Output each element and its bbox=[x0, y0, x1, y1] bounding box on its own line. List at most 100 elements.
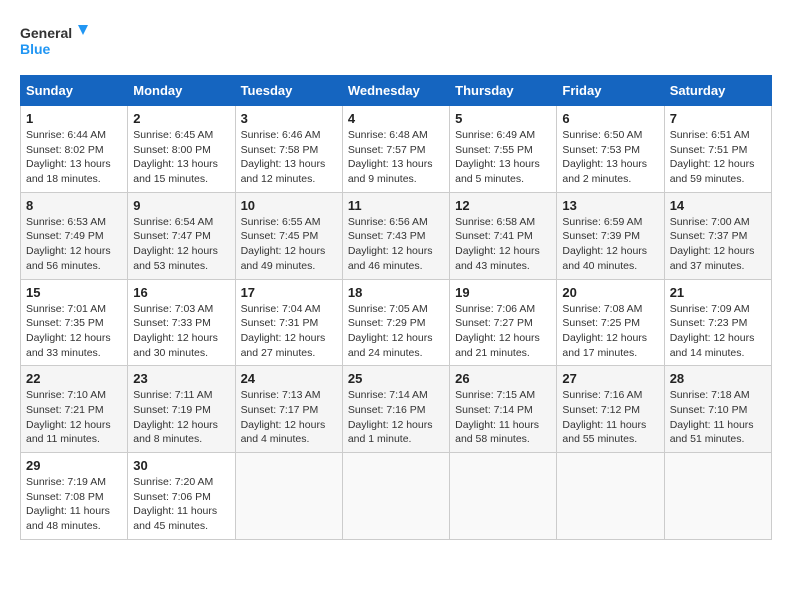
day-info: Sunrise: 6:59 AM Sunset: 7:39 PM Dayligh… bbox=[562, 215, 658, 274]
calendar-cell: 10Sunrise: 6:55 AM Sunset: 7:45 PM Dayli… bbox=[235, 192, 342, 279]
day-number: 11 bbox=[348, 198, 444, 213]
day-info: Sunrise: 6:45 AM Sunset: 8:00 PM Dayligh… bbox=[133, 128, 229, 187]
day-number: 1 bbox=[26, 111, 122, 126]
svg-text:Blue: Blue bbox=[20, 41, 51, 57]
calendar-cell: 25 Sunrise: 7:14 AM Sunset: 7:16 PM Dayli… bbox=[342, 366, 449, 453]
day-number: 7 bbox=[670, 111, 766, 126]
calendar-week-row: 8 Sunrise: 6:53 AM Sunset: 7:49 PM Daylig… bbox=[21, 192, 772, 279]
calendar-cell: 21 Sunrise: 7:09 AM Sunset: 7:23 PM Dayli… bbox=[664, 279, 771, 366]
day-info: Sunrise: 7:04 AM Sunset: 7:31 PM Dayligh… bbox=[241, 302, 337, 361]
day-number: 22 bbox=[26, 371, 122, 386]
day-number: 2 bbox=[133, 111, 229, 126]
calendar-week-row: 15 Sunrise: 7:01 AM Sunset: 7:35 PM Dayli… bbox=[21, 279, 772, 366]
calendar-cell: 13 Sunrise: 6:59 AM Sunset: 7:39 PM Dayli… bbox=[557, 192, 664, 279]
calendar-cell bbox=[342, 453, 449, 540]
day-info: Sunrise: 7:10 AM Sunset: 7:21 PM Dayligh… bbox=[26, 388, 122, 447]
day-number: 25 bbox=[348, 371, 444, 386]
day-info: Sunrise: 7:00 AM Sunset: 7:37 PM Dayligh… bbox=[670, 215, 766, 274]
day-number: 5 bbox=[455, 111, 551, 126]
calendar-cell: 14 Sunrise: 7:00 AM Sunset: 7:37 PM Dayli… bbox=[664, 192, 771, 279]
day-number: 10 bbox=[241, 198, 337, 213]
calendar-week-row: 1 Sunrise: 6:44 AM Sunset: 8:02 PM Daylig… bbox=[21, 106, 772, 193]
day-info: Sunrise: 7:01 AM Sunset: 7:35 PM Dayligh… bbox=[26, 302, 122, 361]
calendar-cell: 19 Sunrise: 7:06 AM Sunset: 7:27 PM Dayli… bbox=[450, 279, 557, 366]
day-number: 17 bbox=[241, 285, 337, 300]
calendar-header-sunday: Sunday bbox=[21, 76, 128, 106]
day-number: 3 bbox=[241, 111, 337, 126]
day-number: 19 bbox=[455, 285, 551, 300]
day-number: 20 bbox=[562, 285, 658, 300]
day-info: Sunrise: 6:44 AM Sunset: 8:02 PM Dayligh… bbox=[26, 128, 122, 187]
day-number: 23 bbox=[133, 371, 229, 386]
day-info: Sunrise: 7:15 AM Sunset: 7:14 PM Dayligh… bbox=[455, 388, 551, 447]
calendar-cell: 24 Sunrise: 7:13 AM Sunset: 7:17 PM Dayli… bbox=[235, 366, 342, 453]
day-info: Sunrise: 6:48 AM Sunset: 7:57 PM Dayligh… bbox=[348, 128, 444, 187]
day-number: 27 bbox=[562, 371, 658, 386]
day-info: Sunrise: 7:03 AM Sunset: 7:33 PM Dayligh… bbox=[133, 302, 229, 361]
day-number: 18 bbox=[348, 285, 444, 300]
day-info: Sunrise: 6:50 AM Sunset: 7:53 PM Dayligh… bbox=[562, 128, 658, 187]
calendar-cell: 9Sunrise: 6:54 AM Sunset: 7:47 PM Daylig… bbox=[128, 192, 235, 279]
day-number: 28 bbox=[670, 371, 766, 386]
day-number: 8 bbox=[26, 198, 122, 213]
calendar-cell: 3 Sunrise: 6:46 AM Sunset: 7:58 PM Daylig… bbox=[235, 106, 342, 193]
day-number: 30 bbox=[133, 458, 229, 473]
day-number: 16 bbox=[133, 285, 229, 300]
calendar-header-row: SundayMondayTuesdayWednesdayThursdayFrid… bbox=[21, 76, 772, 106]
day-info: Sunrise: 7:09 AM Sunset: 7:23 PM Dayligh… bbox=[670, 302, 766, 361]
calendar-header-friday: Friday bbox=[557, 76, 664, 106]
calendar-cell: 12 Sunrise: 6:58 AM Sunset: 7:41 PM Dayli… bbox=[450, 192, 557, 279]
day-info: Sunrise: 7:19 AM Sunset: 7:08 PM Dayligh… bbox=[26, 475, 122, 534]
calendar-cell: 8 Sunrise: 6:53 AM Sunset: 7:49 PM Daylig… bbox=[21, 192, 128, 279]
day-number: 14 bbox=[670, 198, 766, 213]
calendar-cell: 20 Sunrise: 7:08 AM Sunset: 7:25 PM Dayli… bbox=[557, 279, 664, 366]
day-info: Sunrise: 7:18 AM Sunset: 7:10 PM Dayligh… bbox=[670, 388, 766, 447]
calendar-cell: 16 Sunrise: 7:03 AM Sunset: 7:33 PM Dayli… bbox=[128, 279, 235, 366]
calendar-week-row: 22 Sunrise: 7:10 AM Sunset: 7:21 PM Dayli… bbox=[21, 366, 772, 453]
day-number: 13 bbox=[562, 198, 658, 213]
calendar-cell: 29Sunrise: 7:19 AM Sunset: 7:08 PM Dayli… bbox=[21, 453, 128, 540]
day-info: Sunrise: 7:20 AM Sunset: 7:06 PM Dayligh… bbox=[133, 475, 229, 534]
calendar-cell: 1 Sunrise: 6:44 AM Sunset: 8:02 PM Daylig… bbox=[21, 106, 128, 193]
day-number: 4 bbox=[348, 111, 444, 126]
day-info: Sunrise: 7:16 AM Sunset: 7:12 PM Dayligh… bbox=[562, 388, 658, 447]
day-info: Sunrise: 6:51 AM Sunset: 7:51 PM Dayligh… bbox=[670, 128, 766, 187]
day-info: Sunrise: 6:56 AM Sunset: 7:43 PM Dayligh… bbox=[348, 215, 444, 274]
day-info: Sunrise: 7:13 AM Sunset: 7:17 PM Dayligh… bbox=[241, 388, 337, 447]
generalblue-logo: General Blue bbox=[20, 20, 90, 65]
day-number: 6 bbox=[562, 111, 658, 126]
calendar-cell bbox=[557, 453, 664, 540]
calendar-cell: 22 Sunrise: 7:10 AM Sunset: 7:21 PM Dayli… bbox=[21, 366, 128, 453]
day-number: 15 bbox=[26, 285, 122, 300]
calendar-cell: 6 Sunrise: 6:50 AM Sunset: 7:53 PM Daylig… bbox=[557, 106, 664, 193]
day-number: 12 bbox=[455, 198, 551, 213]
calendar-header-saturday: Saturday bbox=[664, 76, 771, 106]
calendar-header-thursday: Thursday bbox=[450, 76, 557, 106]
calendar-cell: 26Sunrise: 7:15 AM Sunset: 7:14 PM Dayli… bbox=[450, 366, 557, 453]
calendar-cell: 11 Sunrise: 6:56 AM Sunset: 7:43 PM Dayli… bbox=[342, 192, 449, 279]
day-info: Sunrise: 6:58 AM Sunset: 7:41 PM Dayligh… bbox=[455, 215, 551, 274]
day-number: 24 bbox=[241, 371, 337, 386]
calendar-cell: 18 Sunrise: 7:05 AM Sunset: 7:29 PM Dayli… bbox=[342, 279, 449, 366]
day-info: Sunrise: 7:14 AM Sunset: 7:16 PM Dayligh… bbox=[348, 388, 444, 447]
svg-text:General: General bbox=[20, 25, 72, 41]
day-number: 21 bbox=[670, 285, 766, 300]
calendar-cell: 15 Sunrise: 7:01 AM Sunset: 7:35 PM Dayli… bbox=[21, 279, 128, 366]
day-info: Sunrise: 7:05 AM Sunset: 7:29 PM Dayligh… bbox=[348, 302, 444, 361]
day-info: Sunrise: 6:53 AM Sunset: 7:49 PM Dayligh… bbox=[26, 215, 122, 274]
day-info: Sunrise: 6:46 AM Sunset: 7:58 PM Dayligh… bbox=[241, 128, 337, 187]
day-info: Sunrise: 7:08 AM Sunset: 7:25 PM Dayligh… bbox=[562, 302, 658, 361]
calendar-cell: 2 Sunrise: 6:45 AM Sunset: 8:00 PM Daylig… bbox=[128, 106, 235, 193]
logo: General Blue bbox=[20, 20, 90, 65]
calendar-header-monday: Monday bbox=[128, 76, 235, 106]
day-info: Sunrise: 6:49 AM Sunset: 7:55 PM Dayligh… bbox=[455, 128, 551, 187]
calendar-table: SundayMondayTuesdayWednesdayThursdayFrid… bbox=[20, 75, 772, 540]
header: General Blue bbox=[20, 20, 772, 65]
calendar-cell: 28 Sunrise: 7:18 AM Sunset: 7:10 PM Dayli… bbox=[664, 366, 771, 453]
calendar-cell: 7 Sunrise: 6:51 AM Sunset: 7:51 PM Daylig… bbox=[664, 106, 771, 193]
calendar-header-wednesday: Wednesday bbox=[342, 76, 449, 106]
calendar-cell: 4 Sunrise: 6:48 AM Sunset: 7:57 PM Daylig… bbox=[342, 106, 449, 193]
calendar-cell: 17 Sunrise: 7:04 AM Sunset: 7:31 PM Dayli… bbox=[235, 279, 342, 366]
calendar-week-row: 29Sunrise: 7:19 AM Sunset: 7:08 PM Dayli… bbox=[21, 453, 772, 540]
day-info: Sunrise: 7:06 AM Sunset: 7:27 PM Dayligh… bbox=[455, 302, 551, 361]
